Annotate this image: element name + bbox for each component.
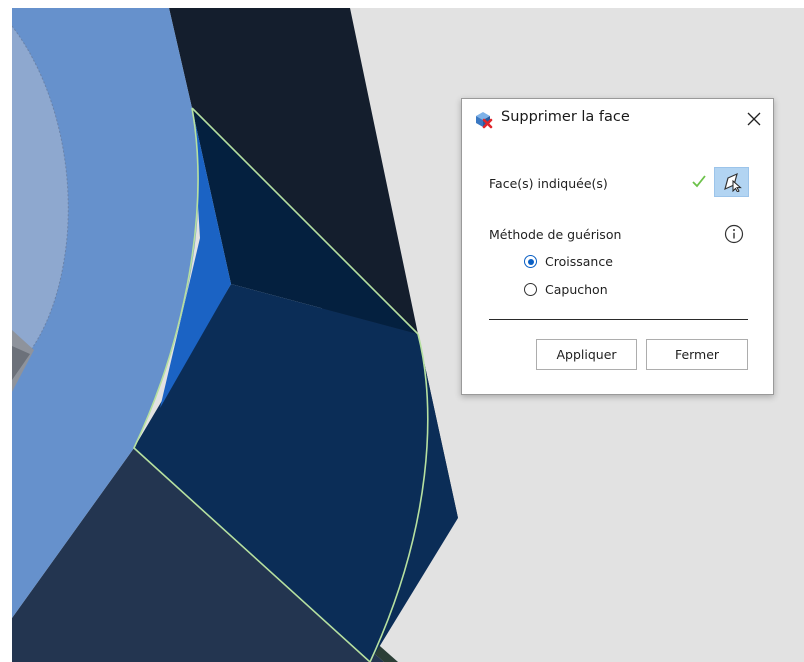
- delete-face-icon: [476, 112, 493, 129]
- dialog-title: Supprimer la face: [501, 109, 630, 125]
- method-label: Méthode de guérison: [489, 227, 622, 242]
- dialog-title-bar[interactable]: Supprimer la face: [462, 99, 773, 139]
- delete-face-dialog: Supprimer la face Face(s) indiquée(s) Mé…: [461, 98, 774, 395]
- radio-capuchon[interactable]: [524, 283, 537, 296]
- option-capuchon-label: Capuchon: [545, 282, 608, 297]
- info-icon[interactable]: [724, 224, 744, 244]
- faces-label: Face(s) indiquée(s): [489, 176, 608, 191]
- radio-croissance[interactable]: [524, 255, 537, 268]
- face-select-button[interactable]: [714, 167, 749, 197]
- close-button[interactable]: [743, 108, 765, 130]
- close-icon[interactable]: [743, 108, 765, 130]
- close-dialog-button[interactable]: Fermer: [646, 339, 748, 370]
- apply-button[interactable]: Appliquer: [536, 339, 637, 370]
- checkmark-icon: [692, 175, 706, 188]
- option-croissance-label: Croissance: [545, 254, 613, 269]
- divider: [489, 319, 748, 320]
- face-select-cursor-icon: [724, 172, 742, 192]
